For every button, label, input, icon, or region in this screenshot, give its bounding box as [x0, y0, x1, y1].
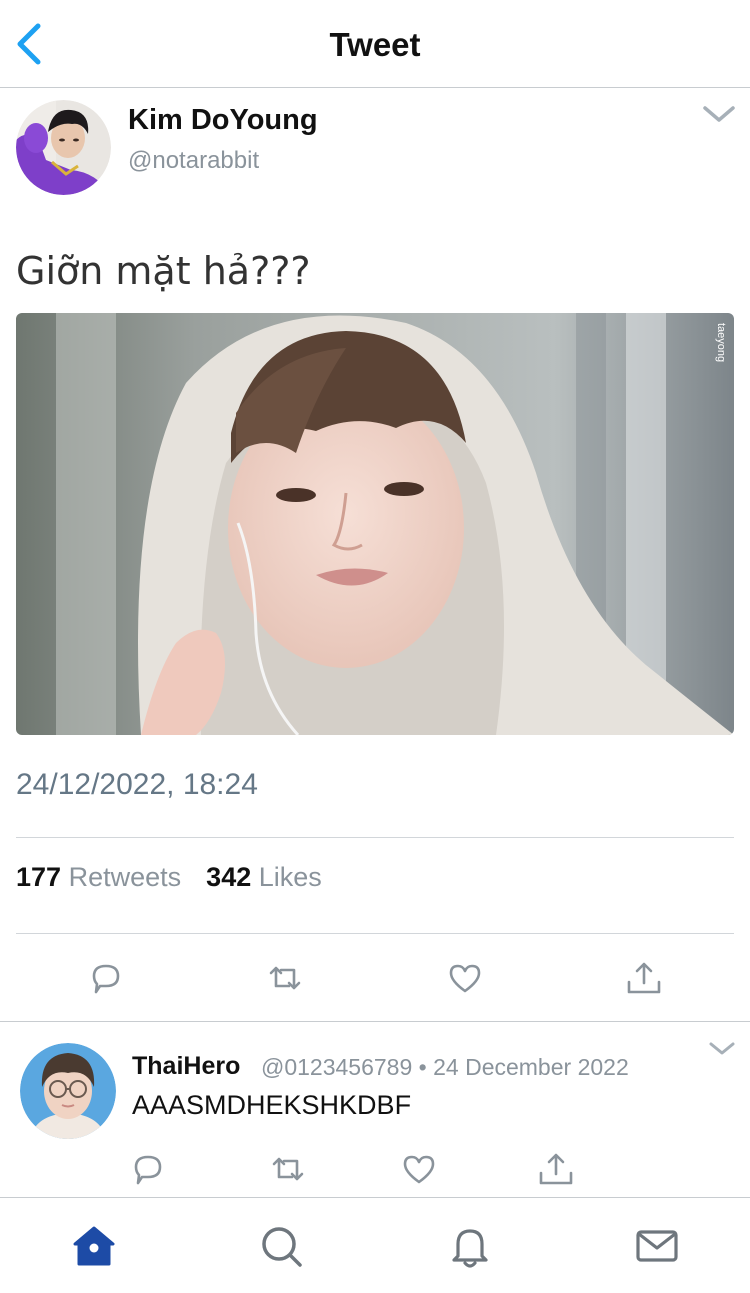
search-icon — [262, 1227, 302, 1267]
top-bar: Tweet — [0, 0, 750, 88]
tweet-options-button[interactable] — [702, 102, 736, 126]
reply-like-button[interactable] — [399, 1149, 439, 1189]
notifications-icon — [452, 1229, 488, 1268]
tweet-photo[interactable]: taeyong — [16, 313, 734, 735]
reply-share-button[interactable] — [536, 1149, 576, 1189]
likes-count[interactable]: 342 — [206, 862, 251, 892]
bottom-tab-bar — [0, 1197, 750, 1293]
reply-button[interactable] — [86, 958, 126, 998]
messages-icon — [636, 1230, 678, 1262]
tweet-timestamp: 24/12/2022, 18:24 — [16, 768, 258, 801]
meta-separator: • — [418, 1054, 427, 1080]
page-title: Tweet — [329, 26, 421, 63]
share-icon — [627, 962, 661, 994]
reply-reply-button[interactable] — [128, 1149, 168, 1189]
tab-home[interactable] — [70, 1222, 118, 1270]
reply-icon — [92, 964, 120, 994]
reply-meta: @0123456789 • 24 December 2022 — [261, 1054, 629, 1081]
tab-search[interactable] — [257, 1222, 305, 1270]
retweet-button[interactable] — [265, 958, 305, 998]
share-button[interactable] — [624, 958, 664, 998]
photo-watermark: taeyong — [715, 323, 727, 362]
retweets-label[interactable]: Retweets — [69, 862, 182, 892]
reply-icon — [134, 1155, 162, 1185]
like-button[interactable] — [445, 958, 485, 998]
tweet-text: Giỡn mặt hả??? — [16, 249, 311, 293]
retweet-icon — [272, 1157, 304, 1181]
reply-retweet-button[interactable] — [268, 1149, 308, 1189]
like-icon — [449, 964, 481, 993]
share-icon — [539, 1153, 573, 1185]
chevron-down-icon — [703, 106, 735, 122]
chevron-down-icon — [709, 1042, 735, 1055]
reply-date: 24 December 2022 — [433, 1054, 629, 1080]
tab-notifications[interactable] — [446, 1222, 494, 1270]
reply-text: AAASMDHEKSHKDBF — [132, 1090, 412, 1120]
retweets-count[interactable]: 177 — [16, 862, 61, 892]
reply-options-button[interactable] — [708, 1040, 736, 1058]
divider — [16, 933, 734, 934]
reply-avatar[interactable] — [20, 1043, 116, 1139]
like-icon — [403, 1155, 435, 1184]
author-avatar[interactable] — [16, 100, 111, 195]
retweet-icon — [269, 966, 301, 990]
likes-label[interactable]: Likes — [259, 862, 322, 892]
tab-messages[interactable] — [633, 1222, 681, 1270]
reply-author-name[interactable]: ThaiHero — [132, 1052, 240, 1081]
home-icon — [73, 1226, 115, 1266]
author-name[interactable]: Kim DoYoung — [128, 104, 318, 137]
author-handle[interactable]: @notarabbit — [128, 147, 259, 175]
divider — [16, 837, 734, 838]
tweet-stats: 177 Retweets 342 Likes — [16, 862, 322, 893]
reply-author-handle[interactable]: @0123456789 — [261, 1054, 412, 1080]
